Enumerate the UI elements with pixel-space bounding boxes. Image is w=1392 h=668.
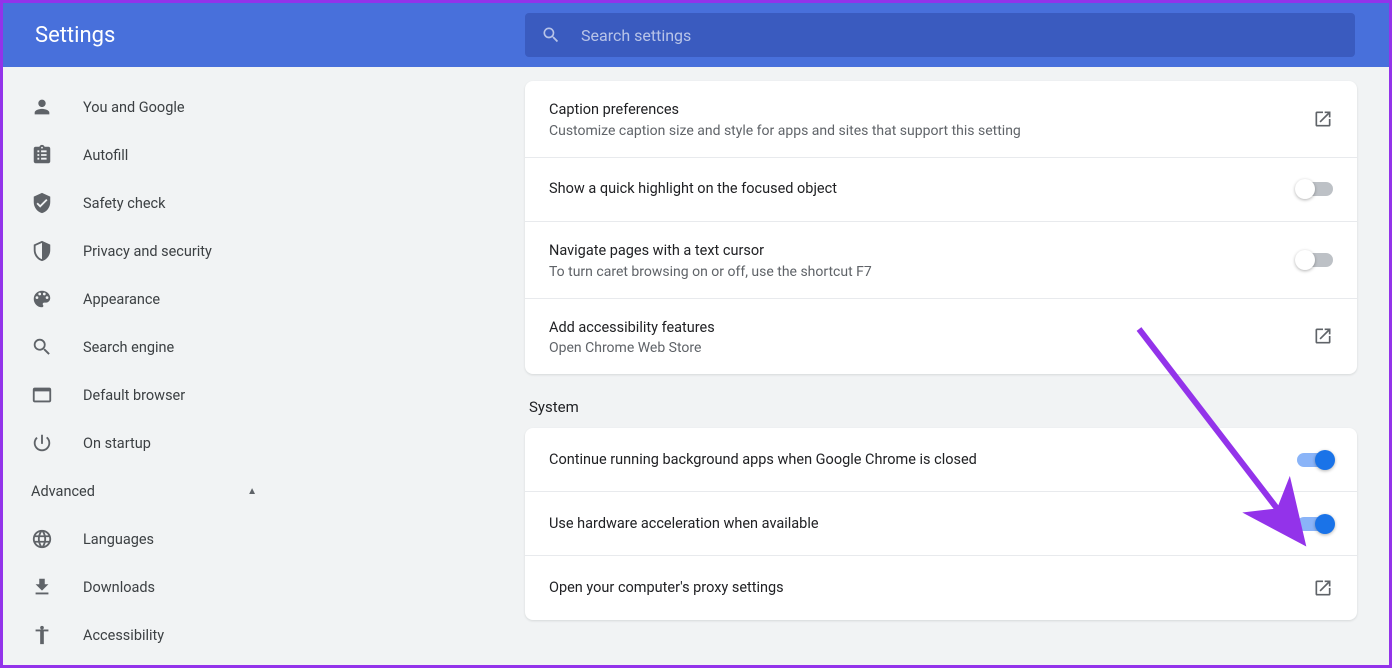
- launch-icon[interactable]: [1313, 326, 1333, 346]
- sidebar-item-search-engine[interactable]: Search engine: [3, 323, 293, 371]
- settings-row: Use hardware acceleration when available: [525, 492, 1357, 556]
- person-icon: [31, 96, 53, 118]
- sidebar-section-advanced[interactable]: Advanced ▲: [3, 467, 293, 515]
- row-text: Add accessibility featuresOpen Chrome We…: [549, 317, 1297, 357]
- sidebar-item-label: Search engine: [83, 339, 174, 356]
- system-card: Continue running background apps when Go…: [525, 428, 1357, 620]
- advanced-label: Advanced: [31, 483, 95, 500]
- power-icon: [31, 432, 53, 454]
- row-text: Continue running background apps when Go…: [549, 449, 1281, 471]
- row-title: Use hardware acceleration when available: [549, 513, 1281, 535]
- settings-row: Navigate pages with a text cursor To turn…: [525, 222, 1357, 299]
- sidebar-item-label: Safety check: [83, 195, 165, 212]
- settings-row: Continue running background apps when Go…: [525, 428, 1357, 492]
- settings-row[interactable]: Open your computer's proxy settings: [525, 556, 1357, 620]
- row-subtitle: Customize caption size and style for app…: [549, 123, 1297, 139]
- main-content: Caption preferences Customize caption siz…: [293, 67, 1389, 665]
- toggle-switch[interactable]: [1297, 182, 1333, 196]
- sidebar-item-autofill[interactable]: Autofill: [3, 131, 293, 179]
- sidebar-item-label: Privacy and security: [83, 243, 212, 260]
- settings-row[interactable]: Caption preferences Customize caption siz…: [525, 81, 1357, 158]
- sidebar-item-label: Accessibility: [83, 627, 164, 644]
- sidebar-item-label: Languages: [83, 531, 154, 548]
- row-title: Continue running background apps when Go…: [549, 449, 1281, 471]
- row-title: Caption preferences: [549, 99, 1297, 121]
- assignment-icon: [31, 144, 53, 166]
- settings-row: Show a quick highlight on the focused ob…: [525, 158, 1357, 222]
- toggle-switch[interactable]: [1297, 253, 1333, 267]
- sidebar-item-safety-check[interactable]: Safety check: [3, 179, 293, 227]
- row-title: Add accessibility features: [549, 317, 1297, 339]
- toggle-switch[interactable]: [1297, 453, 1333, 467]
- row-text: Caption preferences Customize caption siz…: [549, 99, 1297, 139]
- launch-icon[interactable]: [1313, 109, 1333, 129]
- browser-icon: [31, 384, 53, 406]
- sidebar-item-you-and-google[interactable]: You and Google: [3, 83, 293, 131]
- sidebar-item-on-startup[interactable]: On startup: [3, 419, 293, 467]
- search-icon: [31, 336, 53, 358]
- sidebar-item-label: Appearance: [83, 291, 160, 308]
- sidebar: You and Google Autofill Safety check Privac…: [3, 67, 293, 665]
- row-subtitle: To turn caret browsing on or off, use th…: [549, 264, 1281, 280]
- row-text: Navigate pages with a text cursor To turn…: [549, 240, 1281, 280]
- row-title: Open your computer's proxy settings: [549, 577, 1297, 599]
- shield-check-icon: [31, 192, 53, 214]
- toggle-switch[interactable]: [1297, 517, 1333, 531]
- sidebar-item-label: Default browser: [83, 387, 185, 404]
- search-icon: [541, 25, 561, 45]
- header: Settings: [3, 3, 1389, 67]
- sidebar-item-label: On startup: [83, 435, 151, 452]
- sidebar-item-languages[interactable]: Languages: [3, 515, 293, 563]
- sidebar-item-label: You and Google: [83, 99, 185, 116]
- palette-icon: [31, 288, 53, 310]
- sidebar-item-label: Autofill: [83, 147, 128, 164]
- row-title: Navigate pages with a text cursor: [549, 240, 1281, 262]
- accessibility-card: Caption preferences Customize caption siz…: [525, 81, 1357, 374]
- sidebar-item-label: Downloads: [83, 579, 155, 596]
- row-text: Open your computer's proxy settings: [549, 577, 1297, 599]
- row-subtitle: Open Chrome Web Store: [549, 340, 1297, 356]
- page-title: Settings: [35, 23, 525, 48]
- globe-icon: [31, 528, 53, 550]
- download-icon: [31, 576, 53, 598]
- sidebar-item-downloads[interactable]: Downloads: [3, 563, 293, 611]
- search-input[interactable]: [581, 26, 1339, 45]
- chevron-up-icon: ▲: [247, 486, 257, 497]
- sidebar-item-appearance[interactable]: Appearance: [3, 275, 293, 323]
- sidebar-item-privacy-and-security[interactable]: Privacy and security: [3, 227, 293, 275]
- row-title: Show a quick highlight on the focused ob…: [549, 178, 1281, 200]
- row-text: Show a quick highlight on the focused ob…: [549, 178, 1281, 200]
- section-title-system: System: [525, 398, 1357, 428]
- search-container[interactable]: [525, 13, 1355, 57]
- sidebar-item-accessibility[interactable]: Accessibility: [3, 611, 293, 659]
- accessibility-icon: [31, 624, 53, 646]
- settings-row[interactable]: Add accessibility featuresOpen Chrome We…: [525, 299, 1357, 375]
- sidebar-item-default-browser[interactable]: Default browser: [3, 371, 293, 419]
- launch-icon[interactable]: [1313, 578, 1333, 598]
- shield-icon: [31, 240, 53, 262]
- row-text: Use hardware acceleration when available: [549, 513, 1281, 535]
